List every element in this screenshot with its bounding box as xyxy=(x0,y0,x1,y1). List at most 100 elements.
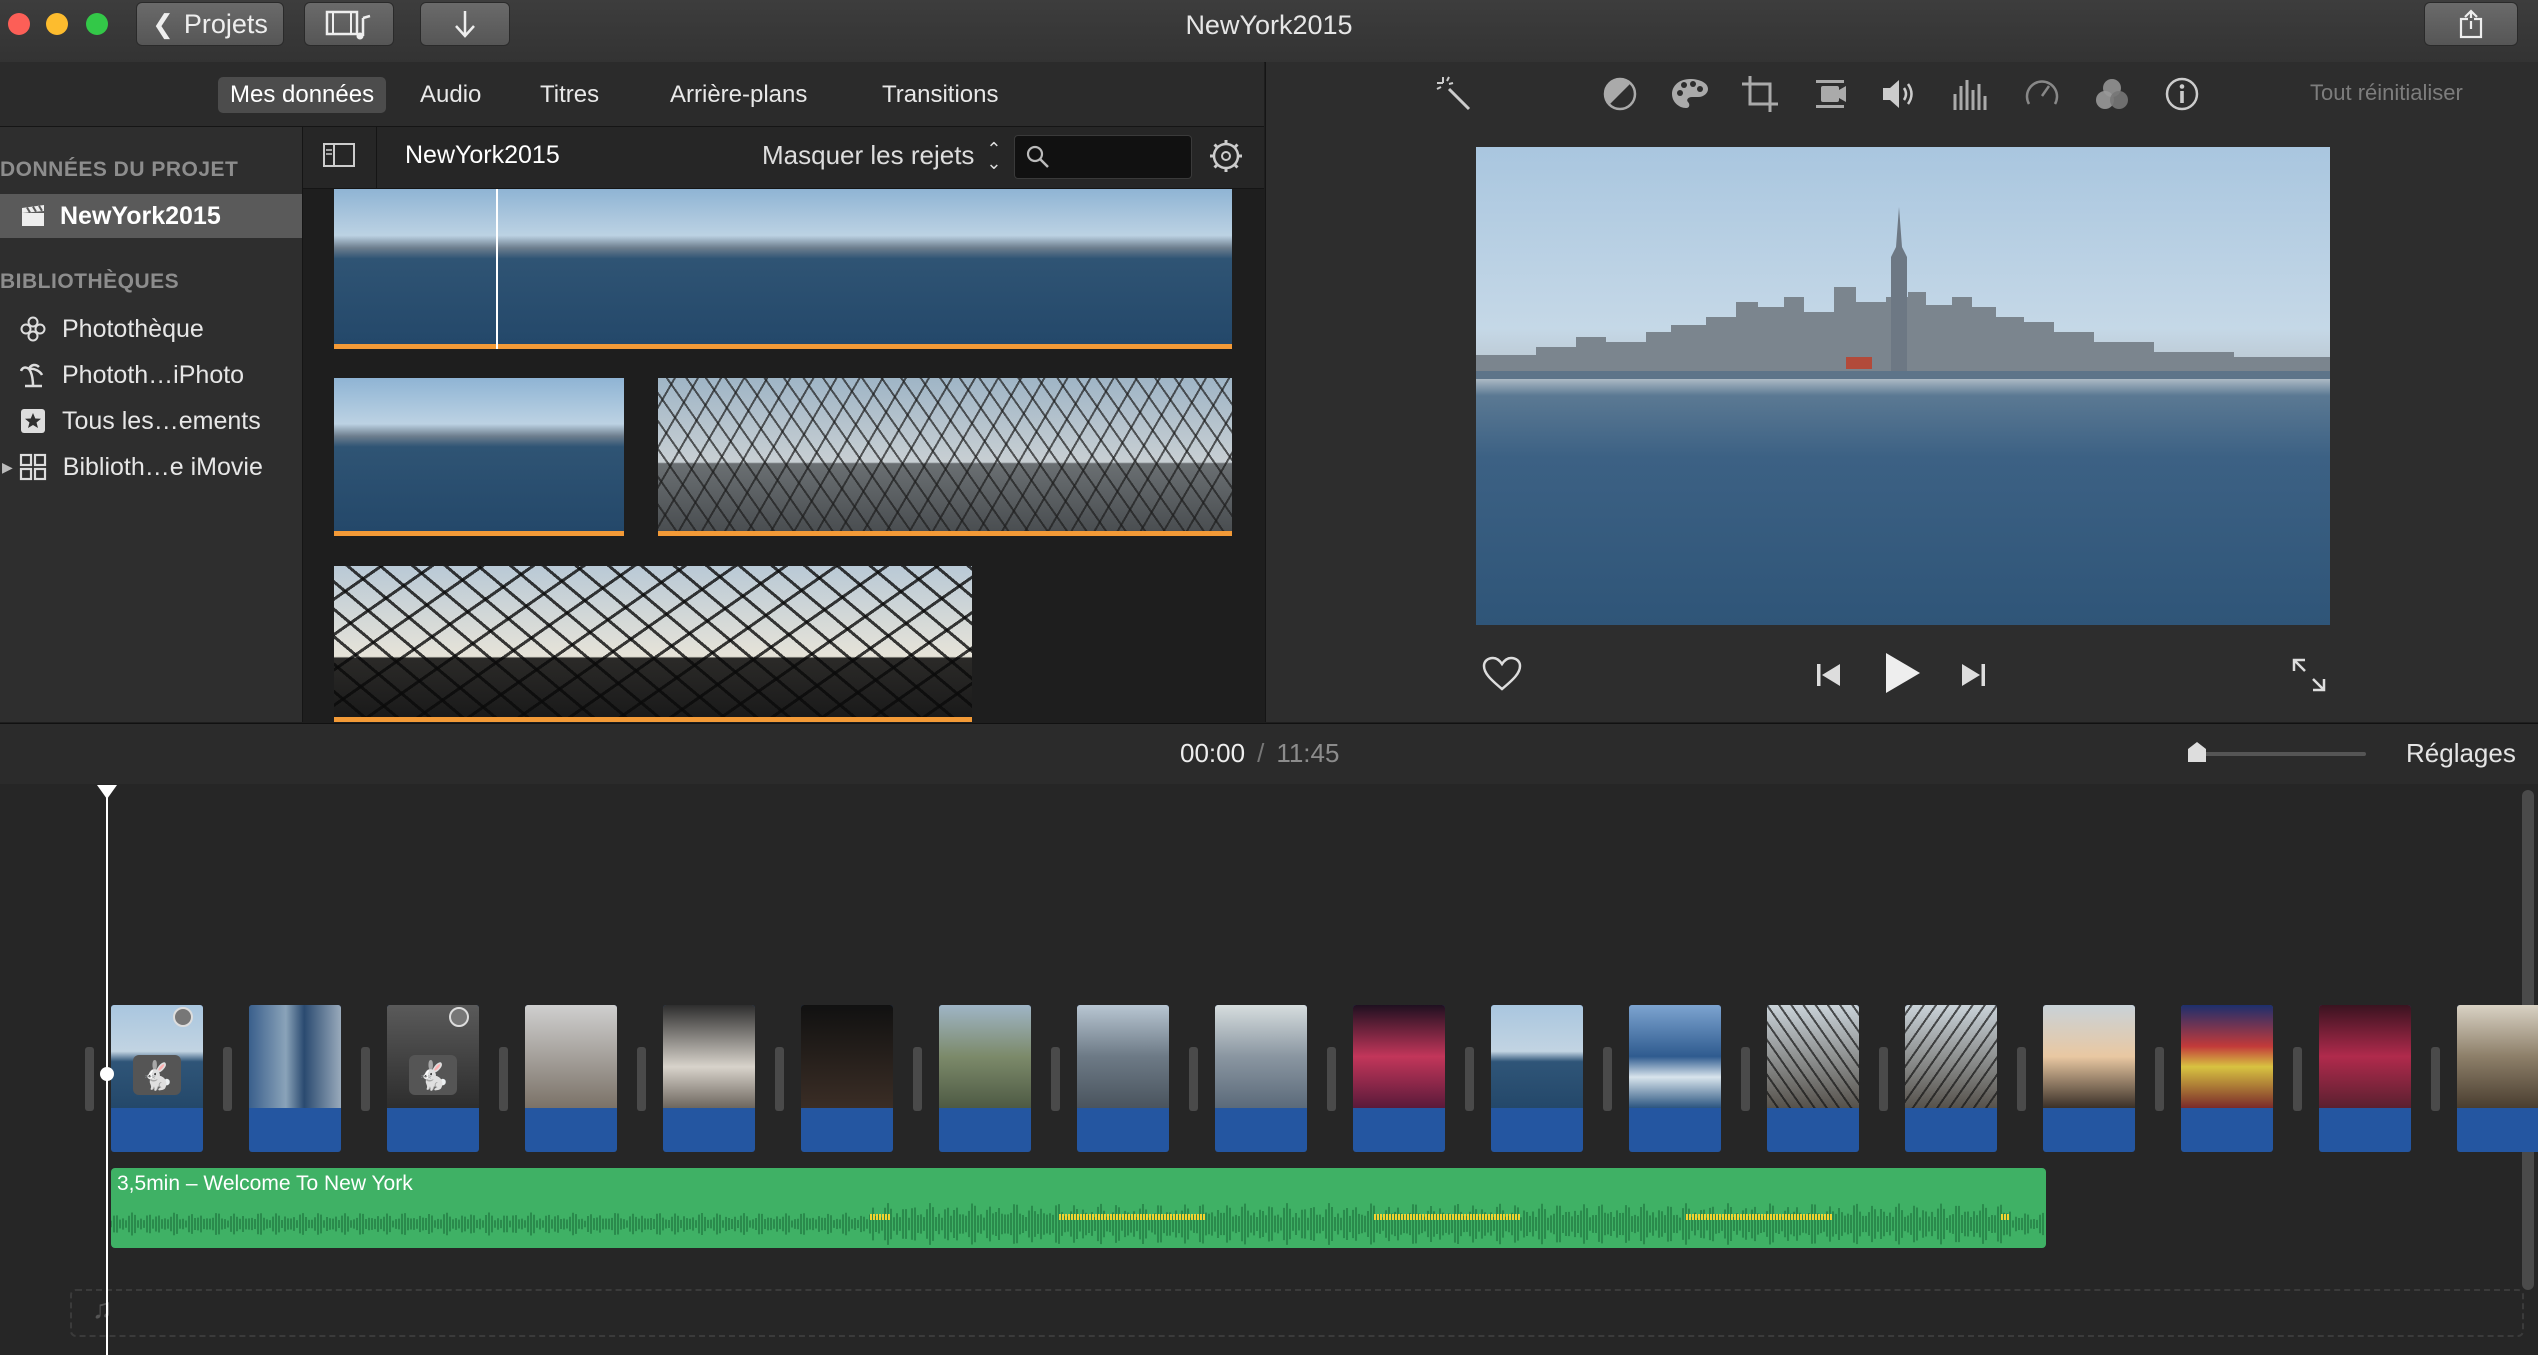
transition-gap[interactable] xyxy=(361,1047,370,1111)
timeline-clip[interactable] xyxy=(939,1005,1031,1152)
fullscreen-button[interactable] xyxy=(2290,656,2328,694)
playhead-handle[interactable] xyxy=(97,785,117,799)
timeline-clip[interactable] xyxy=(1353,1005,1445,1152)
browser-clip-bridge-walk[interactable] xyxy=(658,378,1232,536)
timeline-clip[interactable] xyxy=(1629,1005,1721,1152)
timecode-display: 00:00 / 11:45 xyxy=(1180,738,1340,768)
timeline-clip[interactable] xyxy=(2457,1005,2538,1152)
iphoto-icon xyxy=(20,362,46,388)
transition-gap[interactable] xyxy=(1465,1047,1474,1111)
timeline-clip[interactable] xyxy=(2043,1005,2135,1152)
browser-clip-bridge-cables[interactable] xyxy=(334,566,972,722)
sidebar-toggle-icon xyxy=(323,143,355,167)
timeline-clip[interactable] xyxy=(1491,1005,1583,1152)
clip-thumbnail xyxy=(1491,1005,1583,1108)
photos-icon xyxy=(20,316,46,342)
timeline-clip[interactable] xyxy=(663,1005,755,1152)
audio-waveform xyxy=(111,1203,2044,1245)
heart-icon xyxy=(1482,656,1522,691)
sidebar-item-imovie-library[interactable]: ▶ Biblioth…e iMovie xyxy=(0,445,302,489)
timeline-clip[interactable] xyxy=(249,1005,341,1152)
search-input[interactable] xyxy=(1014,135,1192,179)
color-correction-button[interactable] xyxy=(1670,74,1710,114)
clip-filter-button[interactable] xyxy=(2092,74,2132,114)
color-balance-button[interactable] xyxy=(1600,74,1640,114)
equalizer-button[interactable] xyxy=(1950,74,1990,114)
timeline-clip[interactable] xyxy=(2181,1005,2273,1152)
transition-gap[interactable] xyxy=(499,1047,508,1111)
transition-gap[interactable] xyxy=(913,1047,922,1111)
timeline-clip[interactable] xyxy=(1767,1005,1859,1152)
clip-effect-handle[interactable] xyxy=(173,1007,193,1027)
timeline-clip[interactable] xyxy=(801,1005,893,1152)
settings-button[interactable]: Réglages xyxy=(2406,738,2516,769)
timeline-clip[interactable] xyxy=(2319,1005,2411,1152)
reset-all-button[interactable]: Tout réinitialiser xyxy=(2310,80,2463,106)
music-well[interactable]: ♫ xyxy=(70,1289,2524,1337)
enhance-button[interactable] xyxy=(1434,74,1474,114)
browser-settings-button[interactable] xyxy=(1208,138,1244,174)
timeline-clip[interactable] xyxy=(1905,1005,1997,1152)
previous-button[interactable] xyxy=(1814,660,1844,690)
clip-thumbnail xyxy=(1905,1005,1997,1108)
background-music-clip[interactable]: 3,5min – Welcome To New York xyxy=(111,1168,2046,1248)
transition-gap[interactable] xyxy=(2155,1047,2164,1111)
timeline-clip[interactable] xyxy=(525,1005,617,1152)
volume-button[interactable] xyxy=(1880,74,1920,114)
transition-gap[interactable] xyxy=(85,1047,94,1111)
next-button[interactable] xyxy=(1958,660,1988,690)
timeline-clip[interactable] xyxy=(1077,1005,1169,1152)
share-button[interactable] xyxy=(2424,2,2518,46)
crop-button[interactable] xyxy=(1740,74,1780,114)
stabilization-button[interactable] xyxy=(1810,74,1850,114)
transition-gap[interactable] xyxy=(2431,1047,2440,1111)
tab-audio[interactable]: Audio xyxy=(408,77,493,113)
clip-effect-handle[interactable] xyxy=(449,1007,469,1027)
zoom-slider[interactable] xyxy=(2188,742,2366,762)
transition-gap[interactable] xyxy=(1741,1047,1750,1111)
clip-info-button[interactable] xyxy=(2162,74,2202,114)
waveform-path xyxy=(111,1203,2044,1245)
transition-gap[interactable] xyxy=(1879,1047,1888,1111)
clip-thumbnail xyxy=(525,1005,617,1108)
tab-titres[interactable]: Titres xyxy=(528,77,611,113)
tab-mes-donnees[interactable]: Mes données xyxy=(218,77,387,113)
sidebar-item-project[interactable]: NewYork2015 xyxy=(0,194,302,238)
timeline-clip[interactable] xyxy=(1215,1005,1307,1152)
sidebar-item-iphoto[interactable]: Phototh…iPhoto xyxy=(0,353,302,397)
speed-rabbit-icon: 🐇 xyxy=(409,1055,457,1095)
transition-gap[interactable] xyxy=(775,1047,784,1111)
speedometer-icon xyxy=(2025,80,2059,105)
tab-arriere-plans[interactable]: Arrière-plans xyxy=(658,77,819,113)
browser-clip-skyline[interactable] xyxy=(334,378,624,536)
music-note-icon: ♫ xyxy=(92,1293,113,1324)
sidebar-item-phototheque[interactable]: Photothèque xyxy=(0,307,302,351)
play-button[interactable] xyxy=(1882,650,1922,696)
transition-gap[interactable] xyxy=(637,1047,646,1111)
disclosure-triangle-icon[interactable]: ▶ xyxy=(2,459,13,476)
transition-gap[interactable] xyxy=(223,1047,232,1111)
updown-chevron-icon: ⌃ ⌄ xyxy=(986,138,1002,173)
transition-gap[interactable] xyxy=(1189,1047,1198,1111)
transition-gap[interactable] xyxy=(2017,1047,2026,1111)
tab-transitions[interactable]: Transitions xyxy=(870,77,1010,113)
transition-gap[interactable] xyxy=(2293,1047,2302,1111)
speed-button[interactable] xyxy=(2022,74,2062,114)
transition-gap[interactable] xyxy=(1603,1047,1612,1111)
favorite-button[interactable] xyxy=(1482,656,1522,692)
filter-circles-icon xyxy=(2096,79,2128,109)
speed-rabbit-icon: 🐇 xyxy=(133,1055,181,1095)
transition-gap[interactable] xyxy=(1051,1047,1060,1111)
timeline-clip[interactable]: 🐇 xyxy=(387,1005,479,1152)
search-icon xyxy=(1026,145,1049,168)
transition-gap[interactable] xyxy=(1327,1047,1336,1111)
timeline-clip[interactable]: 🐇 xyxy=(111,1005,203,1152)
viewer-frame xyxy=(1476,147,2330,625)
filter-popup[interactable]: Masquer les rejets ⌃ ⌄ xyxy=(762,138,1002,173)
sidebar-item-all-events[interactable]: Tous les…ements xyxy=(0,399,302,443)
skyline-image xyxy=(1476,207,2330,379)
sidebar-toggle-button[interactable] xyxy=(322,141,356,169)
playhead-dot xyxy=(100,1067,114,1081)
browser-tab-bar xyxy=(0,62,1264,127)
browser-clip-harbor-pan[interactable] xyxy=(334,189,1232,349)
